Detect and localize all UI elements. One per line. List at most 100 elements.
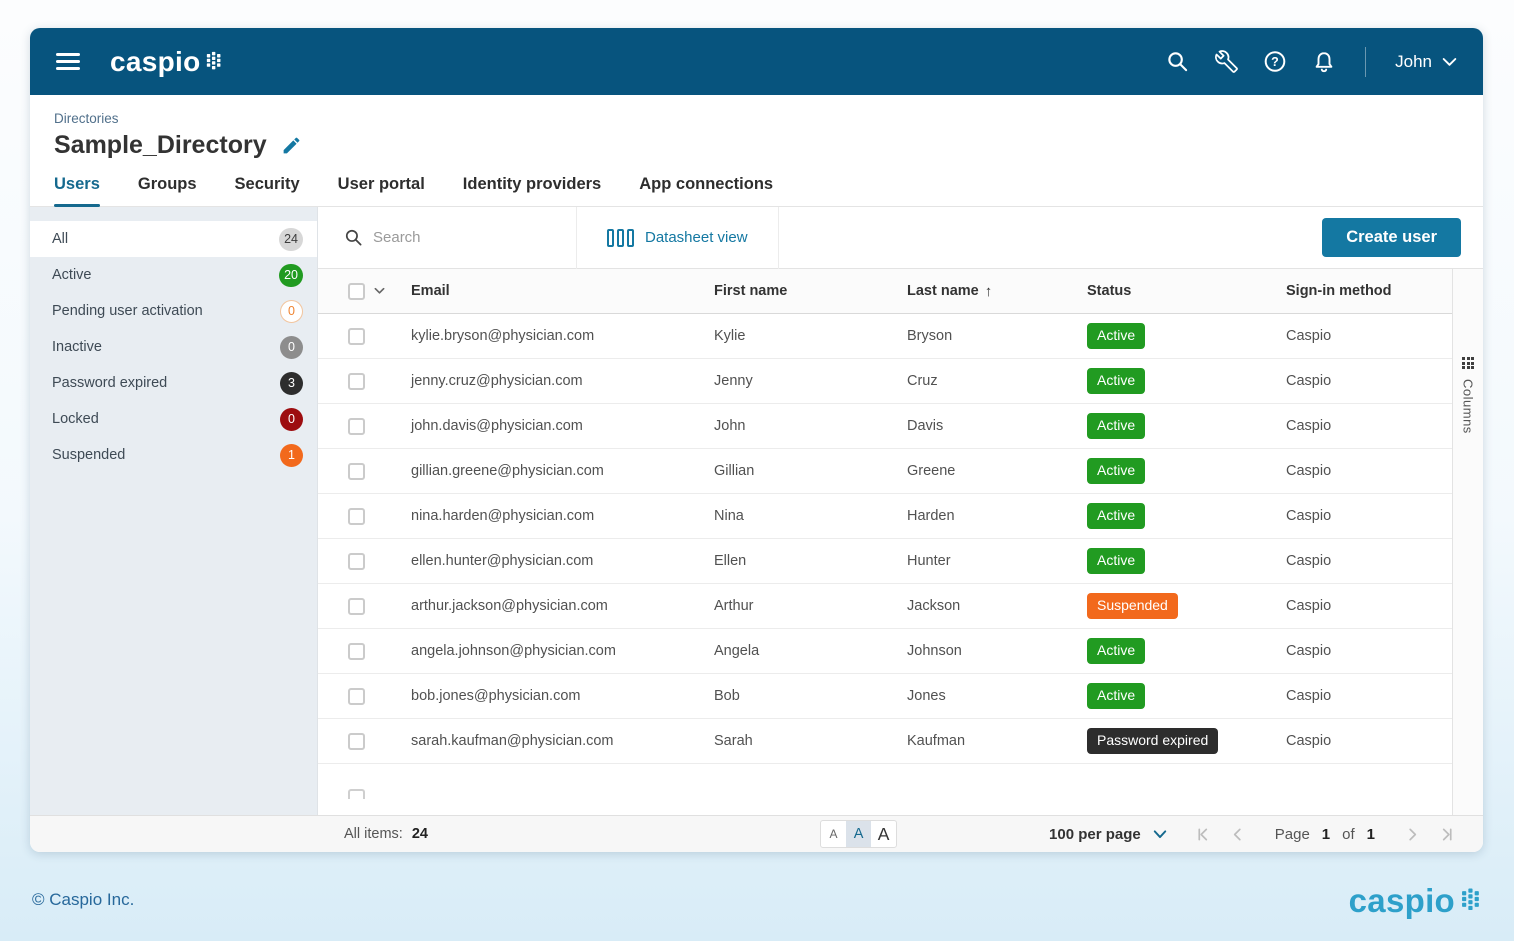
user-menu[interactable]: John: [1395, 52, 1457, 72]
column-header-sign-in-method[interactable]: Sign-in method: [1286, 283, 1452, 299]
row-select-cell: [318, 733, 411, 750]
font-size-switcher: AAA: [820, 820, 897, 848]
font-size-option-1[interactable]: A: [846, 821, 871, 847]
email-cell: nina.harden@physician.com: [411, 508, 714, 524]
status-cell: Active: [1087, 368, 1286, 394]
sidebar-item-inactive[interactable]: Inactive0: [30, 329, 317, 365]
row-select-cell: [318, 598, 411, 615]
count-badge: 24: [279, 228, 303, 251]
tab-app-connections[interactable]: App connections: [639, 175, 773, 206]
sidebar-item-label: Inactive: [52, 339, 102, 355]
last-page-button[interactable]: [1435, 823, 1457, 845]
count-badge: 1: [280, 444, 303, 467]
sign-in-method-cell: Caspio: [1286, 733, 1452, 749]
last-name-cell: Jackson: [907, 598, 1087, 614]
table-row: arthur.jackson@physician.comArthurJackso…: [318, 584, 1452, 629]
status-cell: Active: [1087, 458, 1286, 484]
search-box[interactable]: [318, 228, 576, 247]
sidebar-item-password-expired[interactable]: Password expired3: [30, 365, 317, 401]
current-page-number[interactable]: 1: [1322, 826, 1330, 843]
tab-groups[interactable]: Groups: [138, 175, 197, 206]
table-body: kylie.bryson@physician.comKylieBrysonAct…: [318, 314, 1452, 764]
row-checkbox[interactable]: [348, 553, 365, 570]
notifications-bell-icon[interactable]: [1312, 50, 1336, 74]
row-checkbox[interactable]: [348, 508, 365, 525]
sidebar-item-label: Active: [52, 267, 92, 283]
sidebar-item-pending-user-activation[interactable]: Pending user activation0: [30, 293, 317, 329]
user-name: John: [1395, 52, 1432, 72]
column-header-last-name[interactable]: Last name ↑: [907, 283, 1087, 300]
all-items-label: All items:: [344, 826, 403, 842]
sign-in-method-cell: Caspio: [1286, 418, 1452, 434]
tab-users[interactable]: Users: [54, 175, 100, 206]
search-icon[interactable]: [1165, 50, 1189, 74]
tab-user-portal[interactable]: User portal: [338, 175, 425, 206]
first-name-cell: Sarah: [714, 733, 907, 749]
sort-ascending-arrow-icon[interactable]: ↑: [985, 283, 993, 300]
last-name-cell: Bryson: [907, 328, 1087, 344]
count-badge: 20: [279, 264, 303, 287]
email-cell: kylie.bryson@physician.com: [411, 328, 714, 344]
status-cell: Active: [1087, 323, 1286, 349]
top-nav-bar: caspio: [30, 28, 1483, 95]
caspio-footer-logo: caspio: [1349, 884, 1482, 917]
column-header-status[interactable]: Status: [1087, 283, 1286, 299]
per-page-select[interactable]: 100 per page: [1049, 826, 1167, 843]
row-checkbox[interactable]: [348, 373, 365, 390]
sidebar-item-all[interactable]: All24: [30, 221, 317, 257]
column-header-first-name[interactable]: First name: [714, 283, 907, 299]
select-menu-chevron-icon[interactable]: [374, 287, 385, 295]
sign-in-method-cell: Caspio: [1286, 598, 1452, 614]
columns-panel-toggle[interactable]: Columns: [1452, 269, 1483, 815]
font-size-option-0[interactable]: A: [821, 821, 846, 847]
sign-in-method-cell: Caspio: [1286, 688, 1452, 704]
status-badge: Active: [1087, 413, 1145, 439]
sidebar-item-suspended[interactable]: Suspended1: [30, 437, 317, 473]
per-page-label: 100 per page: [1049, 826, 1141, 843]
table-row: john.davis@physician.comJohnDavisActiveC…: [318, 404, 1452, 449]
all-items-count: 24: [412, 826, 428, 842]
sidebar-item-active[interactable]: Active 20: [30, 257, 317, 293]
status-cell: Active: [1087, 638, 1286, 664]
column-header-email[interactable]: Email: [411, 283, 714, 299]
sidebar-item-locked[interactable]: Locked0: [30, 401, 317, 437]
status-cell: Active: [1087, 503, 1286, 529]
row-checkbox[interactable]: [348, 418, 365, 435]
table-toolbar: Datasheet view Create user: [318, 207, 1483, 269]
tab-bar: Users Groups Security User portal Identity p…: [30, 175, 1483, 207]
next-page-button[interactable]: [1401, 823, 1423, 845]
row-checkbox[interactable]: [348, 463, 365, 480]
directory-app-window: caspio: [30, 28, 1483, 852]
tools-wrench-icon[interactable]: [1214, 50, 1238, 74]
last-name-cell: Greene: [907, 463, 1087, 479]
total-pages-number: 1: [1367, 826, 1375, 843]
status-badge: Active: [1087, 638, 1145, 664]
help-icon[interactable]: ?: [1263, 50, 1287, 74]
status-badge: Active: [1087, 458, 1145, 484]
table-row: angela.johnson@physician.comAngelaJohnso…: [318, 629, 1452, 674]
datasheet-view-button[interactable]: Datasheet view: [577, 229, 778, 247]
row-checkbox[interactable]: [348, 688, 365, 705]
email-cell: arthur.jackson@physician.com: [411, 598, 714, 614]
search-input[interactable]: [373, 229, 533, 246]
first-name-cell: Kylie: [714, 328, 907, 344]
tab-security[interactable]: Security: [235, 175, 300, 206]
users-table: Email First name Last name ↑ Status Sign…: [318, 269, 1452, 815]
first-page-button[interactable]: [1193, 823, 1215, 845]
email-cell: angela.johnson@physician.com: [411, 643, 714, 659]
row-checkbox[interactable]: [348, 643, 365, 660]
edit-title-pencil-icon[interactable]: [281, 135, 302, 156]
hamburger-menu-icon[interactable]: [56, 53, 80, 70]
select-all-checkbox[interactable]: [348, 283, 365, 300]
caspio-logo-text: caspio: [110, 48, 201, 76]
row-checkbox[interactable]: [348, 598, 365, 615]
row-checkbox[interactable]: [348, 733, 365, 750]
tab-identity-providers[interactable]: Identity providers: [463, 175, 601, 206]
row-checkbox[interactable]: [348, 328, 365, 345]
breadcrumb[interactable]: Directories: [54, 111, 1459, 126]
create-user-button[interactable]: Create user: [1322, 218, 1461, 257]
toolbar-divider: [778, 207, 779, 269]
font-size-option-2[interactable]: A: [871, 821, 896, 847]
sign-in-method-cell: Caspio: [1286, 463, 1452, 479]
previous-page-button[interactable]: [1227, 823, 1249, 845]
